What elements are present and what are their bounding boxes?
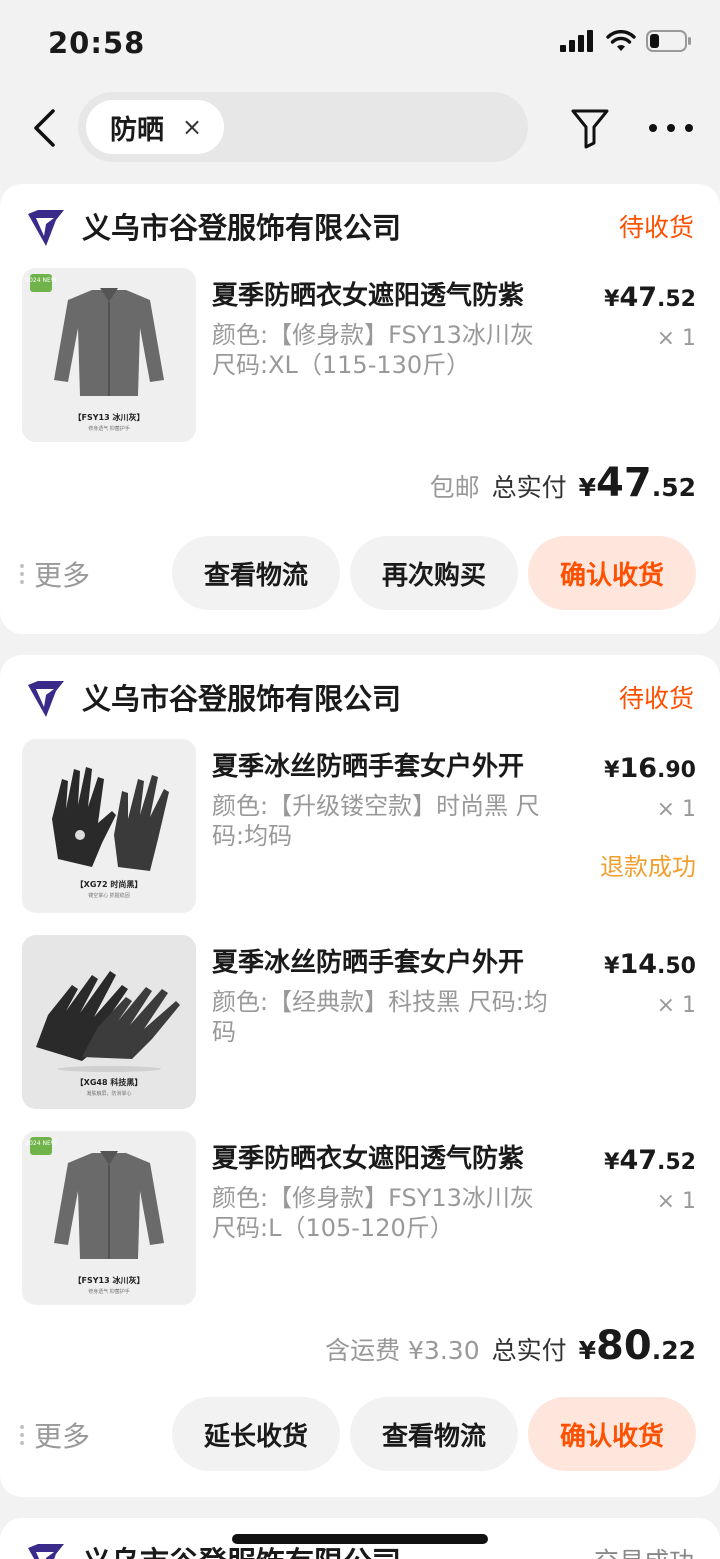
item-title[interactable]: 夏季防晒衣女遮阳透气防紫 (212, 276, 524, 316)
item-price: ¥47.52 (604, 282, 696, 313)
order-item[interactable]: 2024 NEW 【FSY13 冰川灰】 修身透气 抑菌护手 夏季防晒衣女遮阳透… (0, 268, 720, 443)
svg-text:2024 NEW: 2024 NEW (25, 277, 56, 284)
svg-text:镂空掌心 抓握稳固: 镂空掌心 抓握稳固 (88, 892, 130, 899)
order-total: 含运费 ¥3.30 总实付 ¥80.22 (325, 1323, 696, 1369)
order-total: 包邮 总实付 ¥47.52 (430, 460, 696, 506)
view-logistics-button[interactable]: 查看物流 (172, 536, 340, 610)
total-price: ¥47.52 (578, 460, 696, 506)
item-spec: 颜色:【修身款】FSY13冰川灰 尺码:L（105-120斤） (212, 1184, 534, 1242)
shop-row[interactable]: 义乌市谷登服饰有限公司 待收货 (0, 677, 720, 721)
order-status: 交易成功 (594, 1540, 694, 1559)
jacket-image: 2024 NEW 【FSY13 冰川灰】 修身透气 抑菌护手 (22, 268, 196, 442)
item-spec: 颜色:【经典款】科技黑 尺码:均码 (212, 988, 548, 1046)
product-thumbnail[interactable]: 2024 NEW 【FSY13 冰川灰】 修身透气 抑菌护手 (22, 1131, 196, 1305)
shop-name: 义乌市谷登服饰有限公司 (82, 211, 402, 245)
product-thumbnail[interactable]: 【XG72 时尚黑】 镂空掌心 抓握稳固 (22, 739, 196, 913)
more-options-button[interactable] (646, 104, 696, 152)
order-item[interactable]: 【XG48 科技黑】 凝肤触屏，防滑掌心 夏季冰丝防晒手套女户外开 颜色:【经典… (0, 935, 720, 1110)
item-price: ¥47.52 (604, 1145, 696, 1176)
status-bar: 20:58 (0, 0, 720, 88)
jacket-image: 2024 NEW 【FSY13 冰川灰】 修身透气 抑菌护手 (22, 1131, 196, 1305)
back-arrow-icon (34, 109, 55, 147)
svg-text:【FSY13 冰川灰】: 【FSY13 冰川灰】 (74, 1275, 145, 1285)
status-icons (560, 30, 692, 52)
item-quantity: × 1 (656, 797, 696, 822)
wifi-icon (606, 30, 636, 51)
more-link[interactable]: 更多 (20, 1415, 90, 1455)
item-spec: 颜色:【升级镂空款】时尚黑 尺码:均码 (212, 792, 540, 850)
extend-receipt-button[interactable]: 延长收货 (172, 1397, 340, 1471)
battery-icon (646, 30, 691, 52)
item-spec: 颜色:【修身款】FSY13冰川灰 尺码:XL（115-130斤） (212, 321, 534, 379)
svg-text:【FSY13 冰川灰】: 【FSY13 冰川灰】 (74, 412, 145, 422)
item-price: ¥14.50 (604, 949, 696, 980)
back-button[interactable] (22, 104, 66, 152)
confirm-receipt-button[interactable]: 确认收货 (528, 1397, 696, 1471)
confirm-receipt-button[interactable]: 确认收货 (528, 536, 696, 610)
shop-name: 义乌市谷登服饰有限公司 (82, 682, 402, 716)
svg-text:凝肤触屏，防滑掌心: 凝肤触屏，防滑掌心 (86, 1090, 131, 1097)
svg-text:【XG48 科技黑】: 【XG48 科技黑】 (76, 1077, 143, 1087)
shop-logo-icon (28, 681, 64, 717)
gloves-image: 【XG72 时尚黑】 镂空掌心 抓握稳固 (22, 739, 196, 913)
item-quantity: × 1 (656, 993, 696, 1018)
shipping-note: 含运费 ¥3.30 (325, 1336, 480, 1365)
product-thumbnail[interactable]: 【XG48 科技黑】 凝肤触屏，防滑掌心 (22, 935, 196, 1109)
buy-again-button[interactable]: 再次购买 (350, 536, 518, 610)
shipping-note: 包邮 (429, 473, 480, 502)
more-link[interactable]: 更多 (20, 554, 90, 594)
close-icon[interactable]: × (182, 113, 202, 141)
more-link-label: 更多 (34, 1420, 91, 1453)
order-status: 待收货 (618, 213, 694, 242)
shop-logo-icon (28, 1544, 64, 1559)
total-label: 总实付 (491, 1336, 567, 1365)
status-time: 20:58 (48, 26, 146, 60)
vertical-dots-icon (20, 564, 24, 584)
svg-text:2024 NEW: 2024 NEW (25, 1140, 56, 1147)
order-card[interactable]: 义乌市谷登服饰有限公司 待收货 2024 NEW 【FSY13 冰川灰】 修身透… (0, 184, 720, 634)
svg-text:修身透气 抑菌护手: 修身透气 抑菌护手 (88, 425, 130, 432)
item-title[interactable]: 夏季冰丝防晒手套女户外开 (212, 943, 524, 983)
order-item[interactable]: 【XG72 时尚黑】 镂空掌心 抓握稳固 夏季冰丝防晒手套女户外开 颜色:【升级… (0, 739, 720, 914)
search-box[interactable]: 防晒 × (78, 92, 528, 162)
total-label: 总实付 (491, 473, 567, 502)
filter-button[interactable] (568, 104, 612, 152)
signal-icon (560, 30, 593, 52)
vertical-dots-icon (20, 1425, 24, 1445)
shop-logo-icon (28, 210, 64, 246)
search-tag[interactable]: 防晒 × (86, 100, 225, 154)
top-bar: 防晒 × (0, 90, 720, 166)
view-logistics-button[interactable]: 查看物流 (350, 1397, 518, 1471)
action-row: 更多 延长收货 查看物流 确认收货 (0, 1397, 720, 1471)
more-link-label: 更多 (34, 559, 91, 592)
product-thumbnail[interactable]: 2024 NEW 【FSY13 冰川灰】 修身透气 抑菌护手 (22, 268, 196, 442)
filter-funnel-icon (571, 109, 609, 149)
refund-status[interactable]: 退款成功 (600, 847, 696, 882)
item-quantity: × 1 (656, 1189, 696, 1214)
svg-text:【XG72 时尚黑】: 【XG72 时尚黑】 (76, 879, 143, 889)
order-status: 待收货 (618, 684, 694, 713)
shop-row[interactable]: 义乌市谷登服饰有限公司 待收货 (0, 206, 720, 250)
item-price: ¥16.90 (604, 753, 696, 784)
search-tag-label: 防晒 (110, 114, 164, 146)
item-quantity: × 1 (656, 326, 696, 351)
total-price: ¥80.22 (578, 1323, 696, 1369)
action-row: 更多 查看物流 再次购买 确认收货 (0, 536, 720, 610)
item-title[interactable]: 夏季冰丝防晒手套女户外开 (212, 747, 524, 787)
more-dots-icon (649, 124, 693, 132)
order-card[interactable]: 义乌市谷登服饰有限公司 待收货 【XG72 时尚黑】 镂空掌心 抓握稳固 夏季冰… (0, 655, 720, 1497)
order-item[interactable]: 2024 NEW 【FSY13 冰川灰】 修身透气 抑菌护手 夏季防晒衣女遮阳透… (0, 1131, 720, 1306)
item-title[interactable]: 夏季防晒衣女遮阳透气防紫 (212, 1139, 524, 1179)
gloves-image: 【XG48 科技黑】 凝肤触屏，防滑掌心 (22, 935, 196, 1109)
svg-text:修身透气 抑菌护手: 修身透气 抑菌护手 (88, 1288, 130, 1295)
home-indicator (232, 1534, 488, 1544)
